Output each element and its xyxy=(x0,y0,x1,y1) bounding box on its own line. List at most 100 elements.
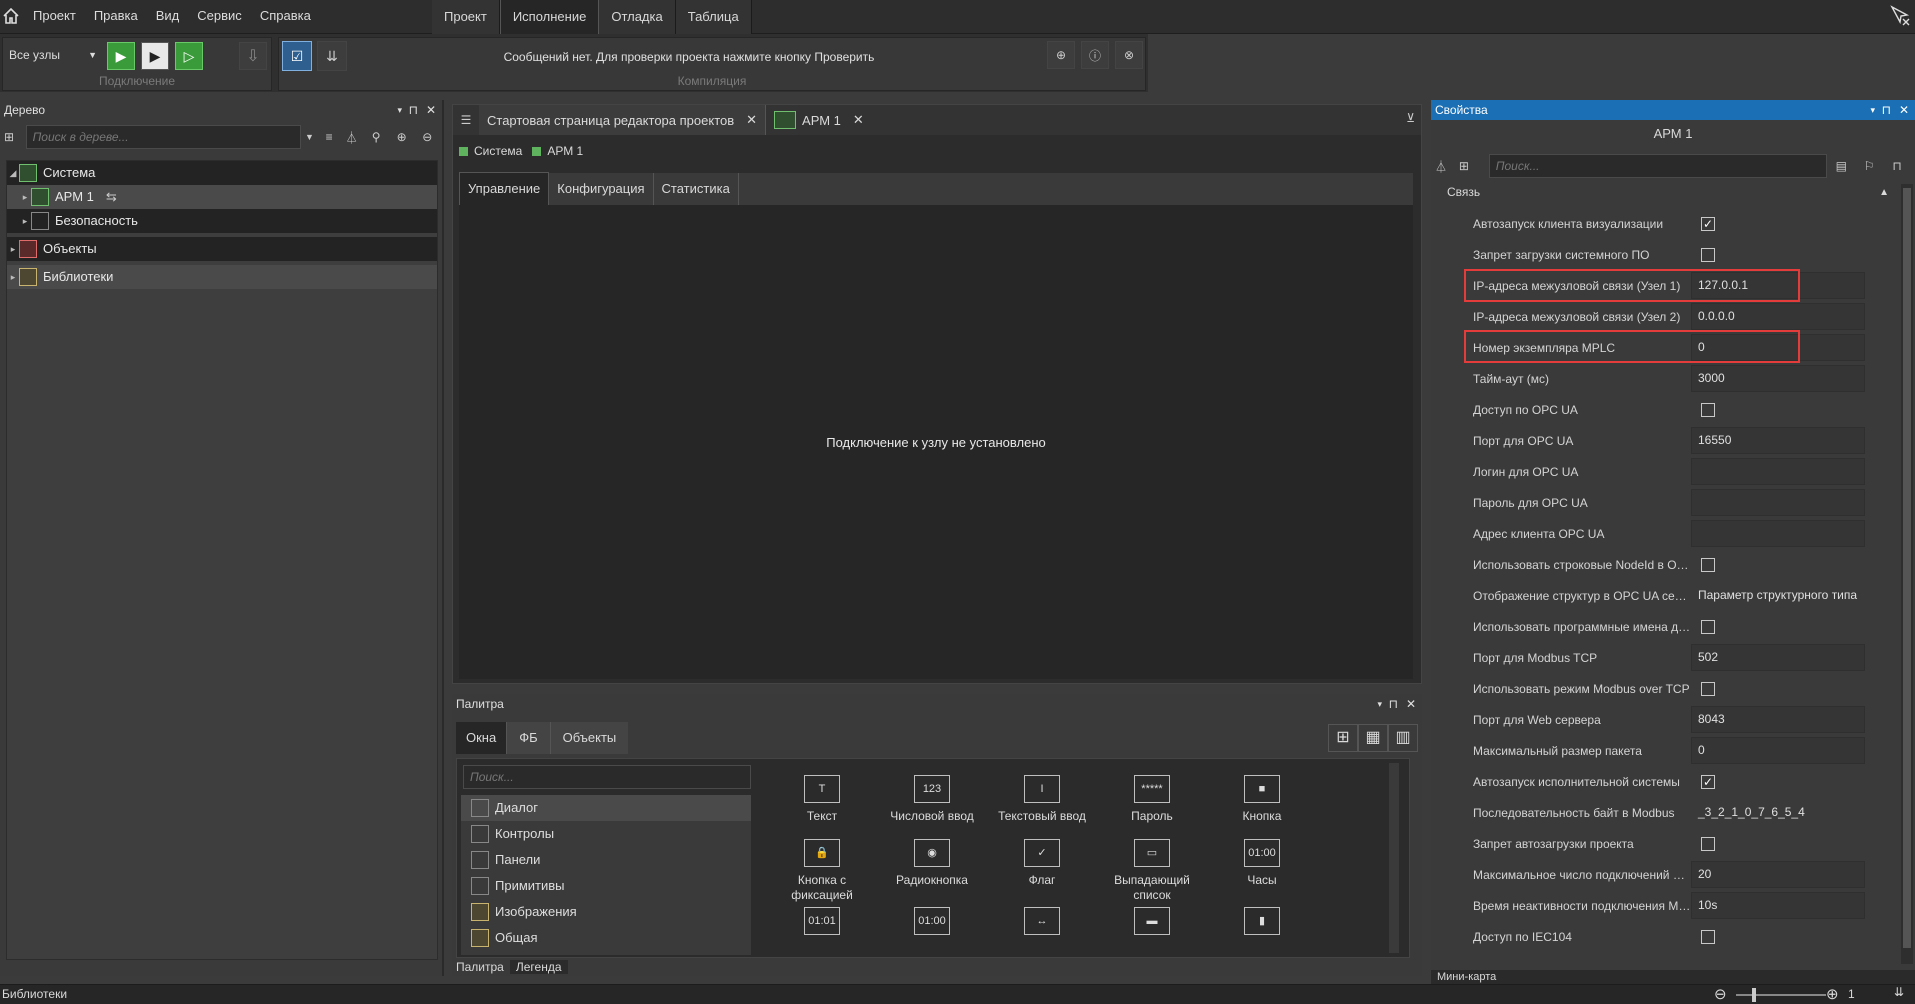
property-checkbox[interactable] xyxy=(1701,247,1715,262)
close-icon[interactable]: ✕ xyxy=(853,112,864,128)
bottom-tab-legend[interactable]: Легенда xyxy=(509,960,568,974)
chevron-down-icon[interactable]: ▼ xyxy=(301,132,319,142)
property-checkbox[interactable] xyxy=(1701,619,1715,634)
collapse-arrow-icon[interactable]: ▸ xyxy=(7,237,19,261)
palette-item-number[interactable]: 123 Числовой ввод xyxy=(877,775,987,824)
palette-item-vslider[interactable]: ▮ xyxy=(1207,907,1317,941)
palette-tab-windows[interactable]: Окна xyxy=(456,722,507,754)
palette-category[interactable]: Контролы xyxy=(461,821,751,847)
property-row[interactable]: Пароль для OPC UA xyxy=(1441,487,1891,518)
palette-item-clock[interactable]: 01:00 Часы xyxy=(1207,839,1317,888)
pin-icon[interactable]: ⊓ xyxy=(1882,100,1891,120)
property-value[interactable] xyxy=(1691,458,1865,485)
zoom-slider[interactable] xyxy=(1736,994,1826,996)
palette-item-datetime[interactable]: 01:01 xyxy=(767,907,877,941)
collapse-icon[interactable]: ≡ xyxy=(318,130,340,144)
subtab-stats[interactable]: Статистика xyxy=(654,173,739,205)
dropdown-icon[interactable]: ▾ xyxy=(1870,100,1875,120)
zoom-in-icon[interactable]: ⊕ xyxy=(389,130,415,144)
filter-icon[interactable]: ⏃ xyxy=(1435,158,1459,175)
property-value[interactable]: 0.0.0.0 xyxy=(1691,303,1865,330)
property-value[interactable]: 20 xyxy=(1691,861,1865,888)
property-row[interactable]: Доступ по OPC UA xyxy=(1441,394,1891,425)
property-value[interactable]: 16550 xyxy=(1691,427,1865,454)
fit-icon[interactable]: ⇊ xyxy=(1894,985,1904,999)
property-row[interactable]: Порт для Web сервера 8043 xyxy=(1441,704,1891,735)
dropdown-icon[interactable]: ▾ xyxy=(397,100,402,120)
hierarchy-icon[interactable]: ⊞ xyxy=(4,130,26,144)
close-icon[interactable]: ✕ xyxy=(1406,694,1416,714)
flag-icon[interactable]: ⚐ xyxy=(1855,159,1883,173)
tree-node-system[interactable]: ◢ Система xyxy=(7,161,437,185)
palette-category[interactable]: Примитивы xyxy=(461,873,751,899)
property-value[interactable]: 0 xyxy=(1691,737,1865,764)
palette-search-input[interactable]: Поиск... xyxy=(463,765,751,789)
property-row[interactable]: Использовать строковые NodeId в OPC... xyxy=(1441,549,1891,580)
palette-item-range[interactable]: ↔ xyxy=(987,907,1097,941)
palette-item-dropdown[interactable]: ▭ Выпадающий список xyxy=(1097,839,1207,903)
property-row[interactable]: IP-адреса межузловой связи (Узел 2) 0.0.0… xyxy=(1441,301,1891,332)
property-checkbox[interactable] xyxy=(1701,929,1715,944)
columns-view-icon[interactable]: ▥ xyxy=(1388,724,1418,752)
property-row[interactable]: Максимальный размер пакета 0 xyxy=(1441,735,1891,766)
tab-menu-icon[interactable]: ⊻ xyxy=(1406,111,1415,125)
property-checkbox[interactable] xyxy=(1701,557,1715,572)
collapse-arrow-icon[interactable]: ▸ xyxy=(7,265,19,289)
breadcrumb-item[interactable]: АРМ 1 xyxy=(547,144,583,158)
property-checkbox[interactable]: ✓ xyxy=(1701,216,1715,231)
collapse-arrow-icon[interactable]: ▸ xyxy=(19,185,31,209)
property-value[interactable]: 10s xyxy=(1691,892,1865,919)
zoom-out-icon[interactable]: ⊖ xyxy=(1714,985,1727,1003)
menu-edit[interactable]: Правка xyxy=(85,0,147,32)
property-row[interactable]: Отображение структур в OPC UA сервере Пар… xyxy=(1441,580,1891,611)
stop-button[interactable]: ⊗ xyxy=(1115,41,1143,69)
collapse-up-icon[interactable]: ▲ xyxy=(1879,187,1889,198)
close-icon[interactable]: ✕ xyxy=(746,112,757,128)
expand-icon[interactable]: ◢ xyxy=(7,161,19,185)
breadcrumb-item[interactable]: Система xyxy=(474,144,522,158)
mode-tab-table[interactable]: Таблица xyxy=(675,0,752,34)
property-value[interactable] xyxy=(1691,489,1865,516)
property-row[interactable]: Автозапуск клиента визуализации ✓ xyxy=(1441,208,1891,239)
property-value[interactable]: 3000 xyxy=(1691,365,1865,392)
property-checkbox[interactable] xyxy=(1701,681,1715,696)
property-value[interactable]: 8043 xyxy=(1691,706,1865,733)
property-row[interactable]: Порт для OPC UA 16550 xyxy=(1441,425,1891,456)
mode-tab-debug[interactable]: Отладка xyxy=(599,0,676,34)
filter-icon[interactable]: ⏃ xyxy=(340,129,364,146)
collapse-arrow-icon[interactable]: ▸ xyxy=(19,209,31,233)
palette-scrollbar[interactable] xyxy=(1389,763,1399,953)
tree-node-security[interactable]: ▸ Безопасность xyxy=(7,209,437,233)
property-row[interactable]: Запрет автозагрузки проекта xyxy=(1441,828,1891,859)
start-all-button[interactable]: ▶ xyxy=(107,42,135,70)
bottom-tab-palette[interactable]: Палитра xyxy=(456,960,510,974)
palette-item-time[interactable]: 01:00 xyxy=(877,907,987,941)
download-button[interactable]: ⇩ xyxy=(239,42,267,70)
tab-arm1[interactable]: АРМ 1 ✕ xyxy=(765,105,872,135)
menu-service[interactable]: Сервис xyxy=(188,0,251,32)
palette-item-slider[interactable]: ▬ xyxy=(1097,907,1207,941)
menu-help[interactable]: Справка xyxy=(251,0,320,32)
palette-tab-objects[interactable]: Объекты xyxy=(549,722,629,754)
list-icon[interactable]: ▤ xyxy=(1827,159,1855,173)
property-row[interactable]: Порт для Modbus TCP 502 xyxy=(1441,642,1891,673)
list-icon[interactable]: ☰ xyxy=(453,113,479,127)
dropdown-icon[interactable]: ▾ xyxy=(1377,694,1382,714)
close-icon[interactable]: ✕ xyxy=(1899,100,1909,120)
subtab-control[interactable]: Управление xyxy=(459,172,550,206)
property-checkbox[interactable] xyxy=(1701,402,1715,417)
check-project-button[interactable]: ☑ xyxy=(282,41,312,71)
mode-tab-project[interactable]: Проект xyxy=(432,0,500,34)
table-view-icon[interactable]: ▦ xyxy=(1358,724,1388,752)
property-checkbox[interactable]: ✓ xyxy=(1701,774,1715,789)
add-node-button[interactable]: ⊕ xyxy=(1047,41,1075,69)
pin-icon[interactable]: ⊓ xyxy=(1883,159,1911,173)
pin-icon[interactable]: ⊓ xyxy=(409,100,418,120)
palette-item-textinput[interactable]: I Текстовый ввод xyxy=(987,775,1097,824)
property-row[interactable]: Максимальное число подключений Mo... 20 xyxy=(1441,859,1891,890)
grid-view-icon[interactable]: ⊞ xyxy=(1328,724,1358,752)
zoom-in-icon[interactable]: ⊕ xyxy=(1826,985,1839,1003)
property-value[interactable] xyxy=(1691,520,1865,547)
palette-category[interactable]: Изображения xyxy=(461,899,751,925)
start-selected-button[interactable]: ▷ xyxy=(175,42,203,70)
